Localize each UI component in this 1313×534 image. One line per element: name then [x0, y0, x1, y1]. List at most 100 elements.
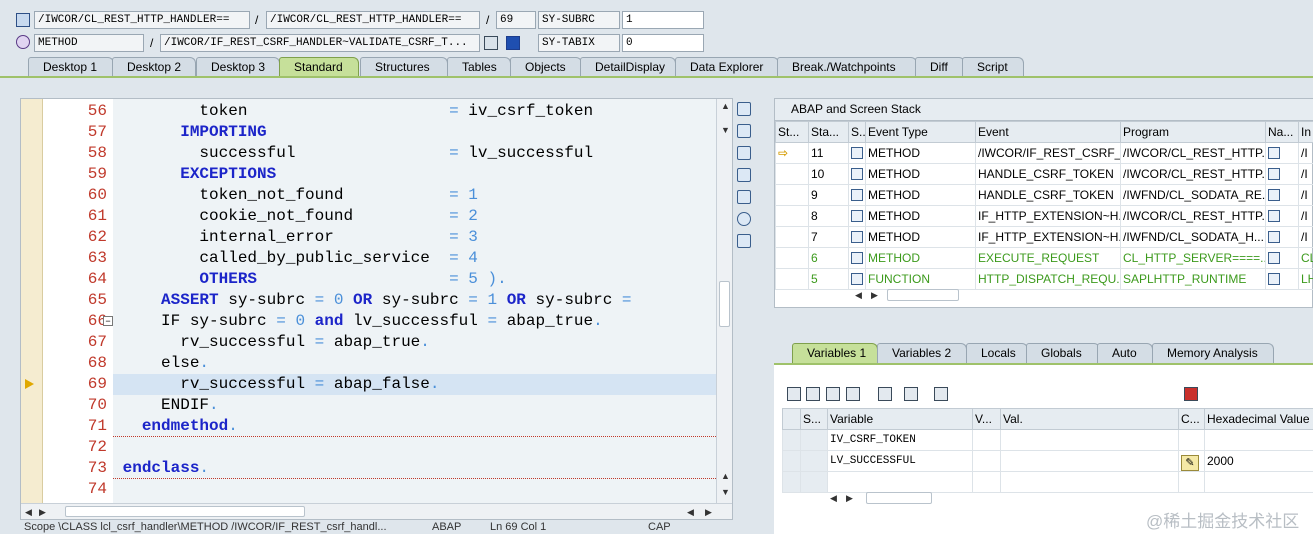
column-header[interactable]: Variable	[827, 408, 973, 430]
swap-tool-icon[interactable]	[737, 146, 751, 160]
delete-icon[interactable]	[787, 387, 801, 401]
scroll-up-icon[interactable]: ▲	[721, 101, 730, 111]
code-line[interactable]: token_not_found = 1	[113, 185, 716, 206]
code-line[interactable]: EXCEPTIONS	[113, 164, 716, 185]
tab-variables-2[interactable]: Variables 2	[877, 343, 967, 363]
method-field[interactable]: /IWCOR/IF_REST_CSRF_HANDLER~VALIDATE_CSR…	[160, 34, 480, 52]
column-header[interactable]: Event	[975, 121, 1121, 143]
column-header[interactable]: Na...	[1265, 121, 1299, 143]
code-line[interactable]: rv_successful = abap_true.	[113, 332, 716, 353]
scroll-left-icon[interactable]: ◀	[25, 507, 32, 517]
column-header[interactable]: Val.	[1000, 408, 1179, 430]
scroll-left-small-icon[interactable]: ◀	[687, 507, 694, 517]
column-header[interactable]: V...	[972, 408, 1001, 430]
stack-hscroll[interactable]: ◀ ▶	[855, 289, 959, 301]
scroll-down-small-icon[interactable]: ▼	[721, 125, 730, 135]
program-field[interactable]: /IWCOR/CL_REST_HTTP_HANDLER==	[34, 11, 250, 29]
hscroll-thumb[interactable]	[887, 289, 959, 301]
code-line[interactable]: OTHERS = 5 ).	[113, 269, 716, 290]
code-line[interactable]: else.	[113, 353, 716, 374]
stack-row[interactable]: 8 METHOD IF_HTTP_EXTENSION~H.../IWCOR/CL_R…	[775, 205, 1313, 227]
copy-icon[interactable]	[826, 387, 840, 401]
code-line[interactable]: internal_error = 3	[113, 227, 716, 248]
tab-auto[interactable]: Auto	[1097, 343, 1153, 363]
scroll-right-icon[interactable]: ▶	[705, 507, 712, 517]
code-line[interactable]: endmethod.	[113, 416, 716, 437]
vars-hscroll[interactable]: ◀ ▶	[830, 492, 960, 504]
scroll-up-small-icon[interactable]: ▲	[721, 471, 730, 481]
tab-structures[interactable]: Structures	[360, 57, 448, 77]
info-icon[interactable]	[506, 36, 520, 50]
tab-script[interactable]: Script	[962, 57, 1024, 77]
edit-pencil-icon[interactable]: ✎	[1178, 450, 1205, 472]
tab-tables[interactable]: Tables	[447, 57, 511, 77]
column-header[interactable]: S...	[800, 408, 828, 430]
tab-desktop-3[interactable]: Desktop 3	[196, 57, 280, 77]
tab-variables-1[interactable]: Variables 1	[792, 343, 878, 363]
code-line[interactable]: token = iv_csrf_token	[113, 101, 716, 122]
navigate-icon[interactable]	[904, 387, 918, 401]
tab-data-explorer[interactable]: Data Explorer	[675, 57, 779, 77]
hscroll-thumb[interactable]	[866, 492, 932, 504]
code-area[interactable]: token = iv_csrf_token IMPORTING successf…	[113, 99, 716, 503]
maximize-icon[interactable]	[737, 168, 751, 182]
scroll-right-small-icon[interactable]: ▶	[39, 507, 46, 517]
tab-objects[interactable]: Objects	[510, 57, 582, 77]
window-icon[interactable]	[934, 387, 948, 401]
vertical-scrollbar[interactable]: ▲ ▼ ▲ ▼	[716, 99, 732, 503]
scroll-left-icon[interactable]: ◀	[855, 290, 862, 300]
append-icon[interactable]	[806, 387, 820, 401]
stack-row[interactable]: 5 FUNCTION HTTP_DISPATCH_REQU... SAPLHTTP_R…	[775, 268, 1313, 290]
code-line[interactable]: ASSERT sy-subrc = 0 OR sy-subrc = 1 OR s…	[113, 290, 716, 311]
collapse-icon[interactable]: −	[103, 316, 113, 326]
tab-desktop-2[interactable]: Desktop 2	[112, 57, 196, 77]
column-header[interactable]: In	[1298, 121, 1313, 143]
source-editor[interactable]: 56 57 58 59 60 61 62 63 64 65 66 67 68 69 70 71 72 73 74 t…	[20, 98, 733, 520]
code-line[interactable]: called_by_public_service = 4	[113, 248, 716, 269]
code-line[interactable]: cookie_not_found = 2	[113, 206, 716, 227]
stack-row[interactable]: 10 METHOD HANDLE_CSRF_TOKEN/IWCOR/CL_REST_…	[775, 163, 1313, 185]
code-line[interactable]: ENDIF.	[113, 395, 716, 416]
code-line[interactable]: successful = lv_successful	[113, 143, 716, 164]
stack-row[interactable]: 7 METHOD IF_HTTP_EXTENSION~H.../IWFND/CL_S…	[775, 226, 1313, 248]
variable-row[interactable]	[782, 471, 1313, 493]
structure-icon[interactable]	[878, 387, 892, 401]
close-icon[interactable]	[737, 102, 751, 116]
settings-icon[interactable]	[737, 234, 751, 248]
code-line[interactable]: IF sy-subrc = 0 and lv_successful = abap…	[113, 311, 716, 332]
new-tool-icon[interactable]	[737, 124, 751, 138]
display-object-icon[interactable]	[484, 36, 498, 50]
column-header[interactable]: Hexadecimal Value	[1204, 408, 1313, 430]
tab-diff[interactable]: Diff	[915, 57, 965, 77]
scroll-left-icon[interactable]: ◀	[830, 493, 837, 503]
code-line[interactable]: endclass.	[113, 458, 716, 479]
horizontal-scrollbar[interactable]: ◀ ▶ ◀ ▶	[21, 503, 732, 519]
code-line[interactable]	[113, 479, 716, 500]
scroll-right-icon[interactable]: ▶	[871, 290, 878, 300]
variable-row[interactable]: LV_SUCCESSFUL ✎ 2000	[782, 450, 1313, 472]
column-header[interactable]	[782, 408, 801, 430]
stack-row[interactable]: 9 METHOD HANDLE_CSRF_TOKEN/IWFND/CL_SODATA…	[775, 184, 1313, 206]
code-line[interactable]: IMPORTING	[113, 122, 716, 143]
code-line[interactable]	[113, 437, 716, 458]
column-header[interactable]: C...	[1178, 408, 1205, 430]
tab-globals[interactable]: Globals	[1026, 343, 1100, 363]
save-icon[interactable]	[1184, 387, 1198, 401]
tab-desktop-1[interactable]: Desktop 1	[28, 57, 114, 77]
event-type-field[interactable]: METHOD	[34, 34, 144, 52]
include-field[interactable]: /IWCOR/CL_REST_HTTP_HANDLER==	[266, 11, 480, 29]
swap-panes-icon[interactable]	[737, 190, 751, 204]
column-header[interactable]: Sta...	[808, 121, 849, 143]
stack-row[interactable]: ⇨ 11 METHOD/IWCOR/IF_REST_CSRF_.../IWCOR/C…	[775, 142, 1313, 164]
headset-icon[interactable]	[737, 212, 751, 226]
sysfield-value[interactable]: 0	[622, 34, 704, 52]
tab-locals[interactable]: Locals	[966, 343, 1028, 363]
tab-breakpoints[interactable]: Break./Watchpoints	[777, 57, 917, 77]
scroll-right-icon[interactable]: ▶	[846, 493, 853, 503]
scroll-down-icon[interactable]: ▼	[721, 487, 730, 497]
scroll-thumb[interactable]	[719, 281, 730, 327]
tab-detail-display[interactable]: DetailDisplay	[580, 57, 676, 77]
column-header[interactable]: Program	[1120, 121, 1266, 143]
column-header[interactable]: S...	[848, 121, 866, 143]
sysfield-value[interactable]: 1	[622, 11, 704, 29]
